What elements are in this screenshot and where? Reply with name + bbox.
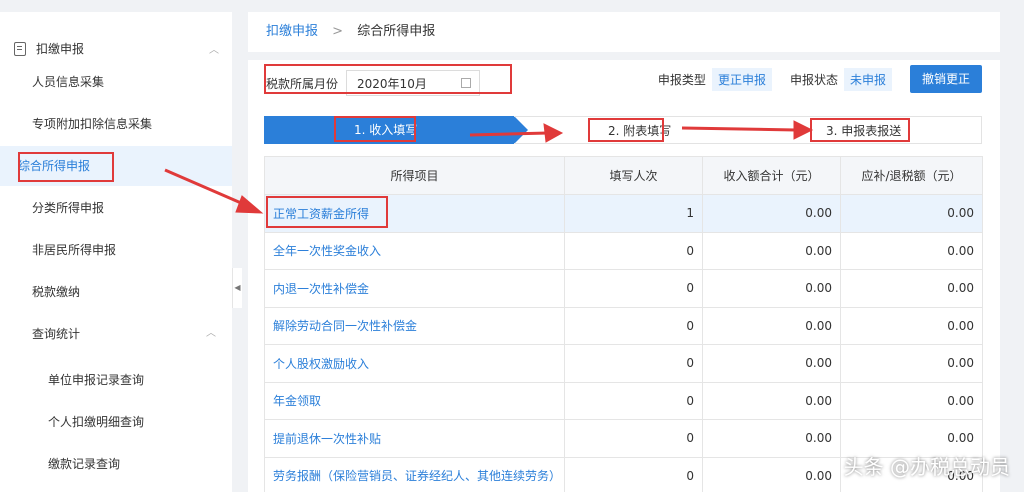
- watermark: 头条 @办税总动员: [843, 455, 1010, 479]
- annotation-arrows: [164, 120, 814, 214]
- arrow-line: [469, 131, 549, 137]
- arrow-head: [543, 123, 564, 143]
- arrow-line: [164, 168, 249, 208]
- arrow-head: [235, 195, 264, 214]
- arrow-line: [681, 126, 797, 132]
- arrow-head: [793, 120, 814, 140]
